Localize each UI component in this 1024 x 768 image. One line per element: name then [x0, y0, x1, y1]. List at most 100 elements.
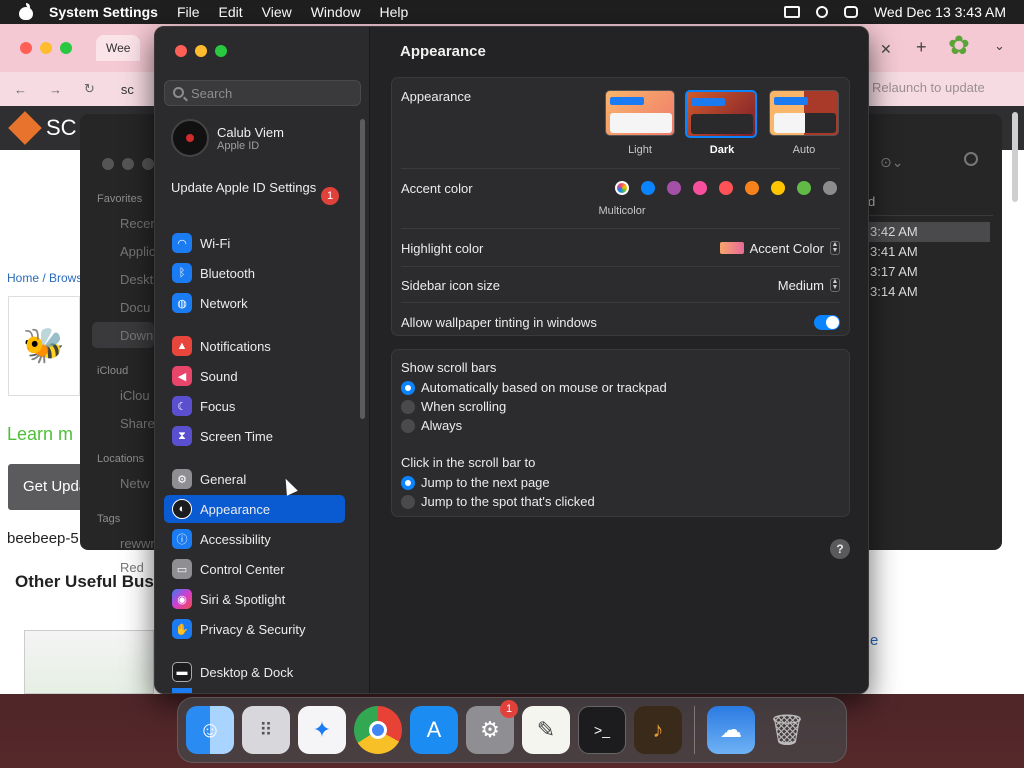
- sidebar-item-network[interactable]: ◍ Network: [164, 289, 345, 317]
- back-icon[interactable]: ←: [14, 82, 27, 97]
- minimize-icon[interactable]: [195, 45, 207, 57]
- finder-icloud-drive[interactable]: iClou: [120, 388, 150, 403]
- menu-view[interactable]: View: [262, 4, 292, 20]
- browser-tab[interactable]: Wee: [96, 35, 141, 61]
- finder-fav-recents[interactable]: Recen: [120, 216, 158, 231]
- finder-more-icon[interactable]: ⊙⌄: [880, 154, 903, 171]
- finder-tag-red[interactable]: Red: [120, 560, 144, 575]
- finder-column-header[interactable]: d: [868, 194, 993, 216]
- browser-close-icon[interactable]: [20, 42, 32, 54]
- close-icon[interactable]: [175, 45, 187, 57]
- accent-graphite-swatch[interactable]: [823, 181, 837, 195]
- wallpaper-tinting-toggle[interactable]: [814, 314, 840, 330]
- trash-icon[interactable]: 🗑: [763, 706, 811, 754]
- accent-purple-swatch[interactable]: [667, 181, 681, 195]
- system-settings-icon[interactable]: ⚙ 1: [466, 700, 518, 754]
- finder-fav-documents[interactable]: Docu: [120, 300, 150, 315]
- terminal-icon[interactable]: >_: [578, 706, 626, 754]
- sidebar-item-focus[interactable]: ☾ Focus: [164, 392, 345, 420]
- tab-list-chevron-icon[interactable]: ⌄: [994, 38, 1005, 54]
- download-file-name[interactable]: beebeep-5: [7, 530, 79, 547]
- sidebar-item-desktop-dock[interactable]: ▬ Desktop & Dock: [164, 658, 345, 686]
- spotlight-icon[interactable]: [815, 6, 828, 18]
- sidebar-item-control-center[interactable]: ▭ Control Center: [164, 555, 345, 583]
- help-button[interactable]: ?: [830, 539, 850, 559]
- finder-fav-desktop[interactable]: Deskt: [120, 272, 153, 287]
- highlight-color-popup[interactable]: Accent Color ▲ ▼: [719, 241, 840, 256]
- clock[interactable]: Wed Dec 13 3:43 AM: [874, 4, 1006, 20]
- learn-more-link[interactable]: Learn m: [7, 424, 73, 445]
- garageband-icon[interactable]: ♪: [634, 706, 682, 754]
- browser-zoom-icon[interactable]: [60, 42, 72, 54]
- appearance-auto-thumbnail[interactable]: [769, 90, 839, 136]
- accent-multicolor-swatch[interactable]: [615, 181, 629, 195]
- chrome-icon[interactable]: [354, 706, 402, 754]
- sidebar-item-appearance[interactable]: ◐ Appearance: [164, 495, 345, 523]
- get-update-button[interactable]: Get Upda: [8, 464, 88, 510]
- tab-close-icon[interactable]: ✕: [880, 41, 892, 58]
- sidebar-item-notifications[interactable]: ▲ Notifications: [164, 332, 345, 360]
- sidebar-item-sound[interactable]: ◀ Sound: [164, 362, 345, 390]
- sidebar-item-partial[interactable]: [164, 688, 345, 693]
- accent-green-swatch[interactable]: [797, 181, 811, 195]
- finder-time-row[interactable]: 3:17 AM: [866, 262, 990, 282]
- safari-icon[interactable]: ✦: [298, 706, 346, 754]
- sidebar-item-general[interactable]: ⚙ General: [164, 465, 345, 493]
- finder-icon[interactable]: ☺: [186, 706, 234, 754]
- sidebar-scrollbar[interactable]: [360, 119, 365, 419]
- reload-icon[interactable]: ↻: [84, 81, 95, 97]
- sidebar-item-siri-spotlight[interactable]: ◉ Siri & Spotlight: [164, 585, 345, 613]
- app-store-icon[interactable]: A: [410, 706, 458, 754]
- sidebar-item-screen-time[interactable]: ⧗ Screen Time: [164, 422, 345, 450]
- accent-pink-swatch[interactable]: [693, 181, 707, 195]
- finder-shared[interactable]: Share: [120, 416, 155, 431]
- finder-fav-applications[interactable]: Applic: [120, 244, 155, 259]
- browser-minimize-icon[interactable]: [40, 42, 52, 54]
- radio-click-next-page[interactable]: Jump to the next page: [401, 475, 550, 490]
- accent-red-swatch[interactable]: [719, 181, 733, 195]
- weather-icon[interactable]: ☁: [707, 706, 755, 754]
- radio-scroll-always[interactable]: Always: [401, 418, 462, 433]
- menu-window[interactable]: Window: [311, 4, 361, 20]
- relaunch-hint[interactable]: Relaunch to update: [872, 80, 985, 95]
- finder-fav-downloads[interactable]: Down: [92, 322, 154, 348]
- textedit-icon[interactable]: ✎: [522, 706, 570, 754]
- radio-scroll-when-scrolling[interactable]: When scrolling: [401, 399, 506, 414]
- finder-time-row[interactable]: 3:42 AM: [866, 222, 990, 242]
- finder-time-row[interactable]: 3:14 AM: [866, 282, 990, 302]
- menu-help[interactable]: Help: [380, 4, 409, 20]
- zoom-icon[interactable]: [215, 45, 227, 57]
- app-menu[interactable]: System Settings: [49, 4, 158, 20]
- radio-scroll-automatic[interactable]: Automatically based on mouse or trackpad: [401, 380, 667, 395]
- control-center-menu-icon[interactable]: [843, 6, 858, 18]
- appearance-dark-thumbnail[interactable]: [685, 90, 757, 138]
- sidebar-item-bluetooth[interactable]: ᛒ Bluetooth: [164, 259, 345, 287]
- new-tab-icon[interactable]: +: [916, 37, 927, 58]
- forward-icon[interactable]: →: [49, 82, 62, 97]
- apple-id-account[interactable]: Calub Viem Apple ID: [171, 119, 284, 157]
- menu-edit[interactable]: Edit: [219, 4, 243, 20]
- right-link[interactable]: e: [870, 632, 878, 649]
- accent-blue-swatch[interactable]: [641, 181, 655, 195]
- sidebar-icon-size-popup[interactable]: Medium ▲ ▼: [778, 278, 840, 293]
- update-apple-id-item[interactable]: Update Apple ID Settings: [171, 180, 346, 196]
- launchpad-icon[interactable]: ⠿: [242, 706, 290, 754]
- finder-network[interactable]: Netw: [120, 476, 150, 491]
- search-input[interactable]: Search: [164, 80, 361, 106]
- url-field[interactable]: sc: [121, 82, 134, 97]
- accent-orange-swatch[interactable]: [745, 181, 759, 195]
- apple-menu-icon[interactable]: [19, 3, 33, 20]
- finder-tag-rewwr[interactable]: rewwr: [120, 536, 155, 551]
- breadcrumb[interactable]: Home / Brows: [7, 271, 82, 285]
- radio-click-spot[interactable]: Jump to the spot that's clicked: [401, 494, 595, 509]
- sidebar-item-privacy-security[interactable]: ✋ Privacy & Security: [164, 615, 345, 643]
- sidebar-item-accessibility[interactable]: ⓘ Accessibility: [164, 525, 345, 553]
- menu-file[interactable]: File: [177, 4, 200, 20]
- browser-scrollbar[interactable]: [1012, 112, 1018, 202]
- screen-mirroring-icon[interactable]: [783, 6, 800, 18]
- accent-yellow-swatch[interactable]: [771, 181, 785, 195]
- sidebar-item-wifi[interactable]: ◠ Wi-Fi: [164, 229, 345, 257]
- appearance-light-thumbnail[interactable]: [605, 90, 675, 136]
- finder-time-row[interactable]: 3:41 AM: [866, 242, 990, 262]
- finder-search-icon[interactable]: [964, 152, 978, 166]
